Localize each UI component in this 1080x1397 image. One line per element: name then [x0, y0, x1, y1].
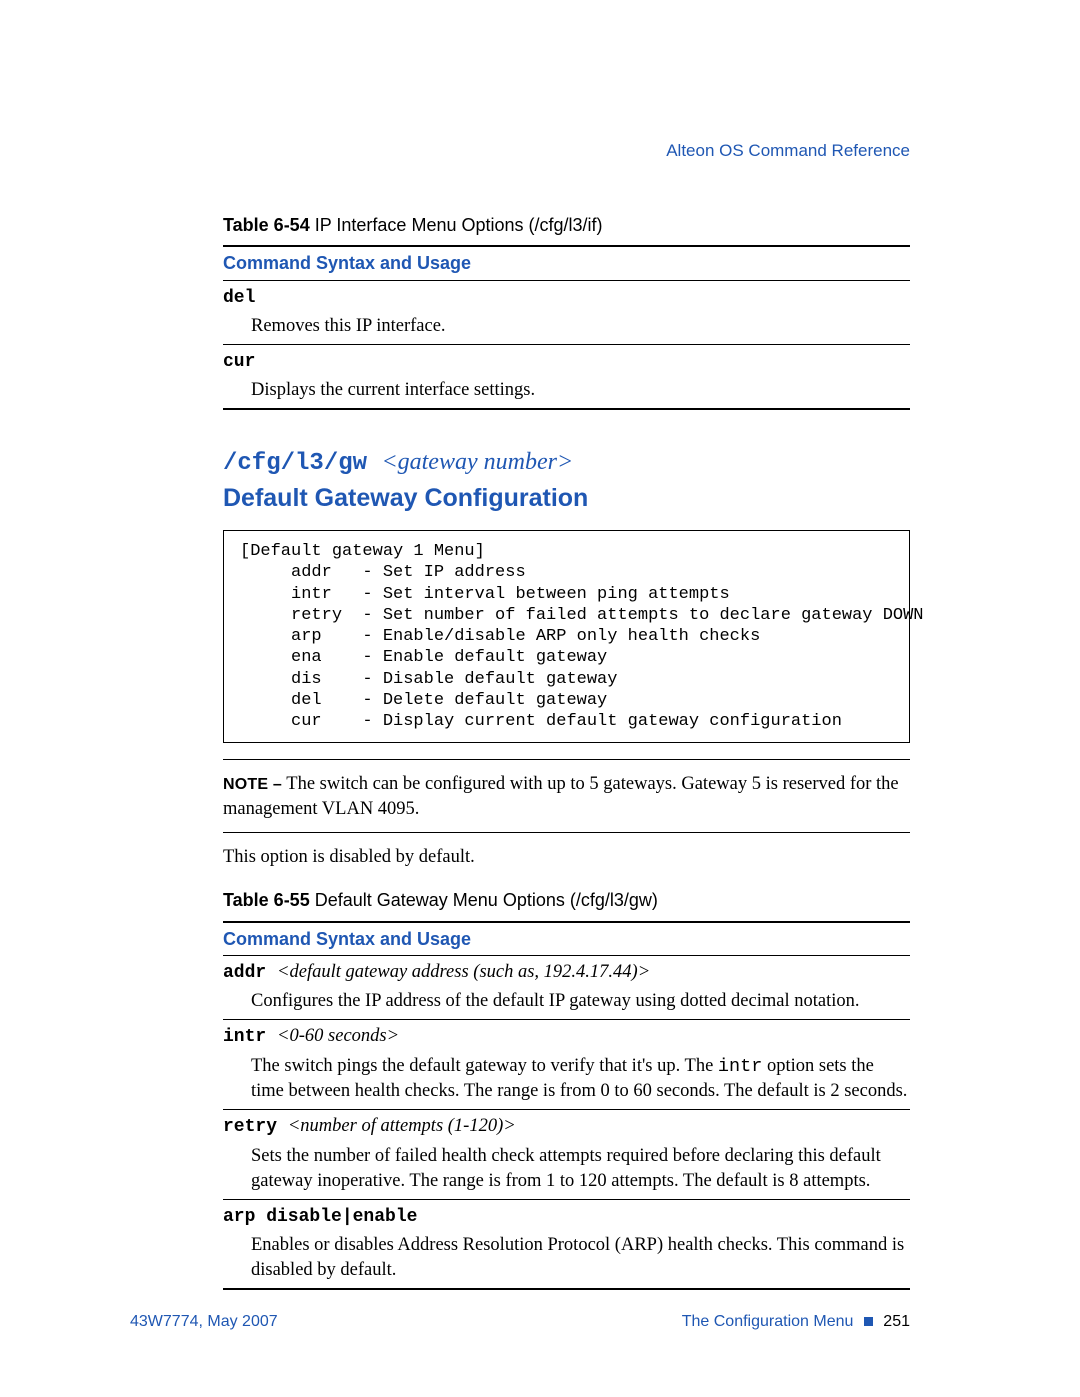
cmd-arp: arp disable|enable	[223, 1207, 417, 1227]
rule	[223, 1199, 910, 1200]
body-paragraph: This option is disabled by default.	[223, 845, 910, 870]
footer-section-label: The Configuration Menu	[682, 1313, 854, 1330]
table-54-caption: Table 6-54 IP Interface Menu Options (/c…	[223, 213, 910, 237]
note-label: NOTE –	[223, 776, 282, 793]
rule	[223, 1288, 910, 1290]
table-55-caption: Table 6-55 Default Gateway Menu Options …	[223, 888, 910, 912]
table-55-column-head: Command Syntax and Usage	[223, 927, 910, 951]
running-head: Alteon OS Command Reference	[223, 140, 910, 163]
section-param: <gateway number>	[381, 449, 573, 475]
table-55-title: Default Gateway Menu Options (/cfg/l3/gw…	[310, 890, 658, 910]
cmd-addr-desc: Configures the IP address of the default…	[251, 989, 910, 1014]
rule	[223, 759, 910, 760]
cmd-addr-param: <default gateway address (such as, 192.4…	[277, 962, 650, 982]
cmd-arp-desc: Enables or disables Address Resolution P…	[251, 1233, 910, 1283]
menu-box: [Default gateway 1 Menu] addr - Set IP a…	[223, 530, 910, 743]
footer-right: The Configuration Menu 251	[682, 1311, 910, 1333]
cmd-retry-param: <number of attempts (1-120)>	[288, 1116, 516, 1136]
rule	[223, 832, 910, 833]
table-row: retry <number of attempts (1-120)> Sets …	[223, 1114, 910, 1193]
section-head: /cfg/l3/gw <gateway number> Default Gate…	[223, 446, 910, 516]
rule	[223, 245, 910, 247]
table-54-column-head: Command Syntax and Usage	[223, 251, 910, 275]
table-55-number: Table 6-55	[223, 890, 310, 910]
cmd-addr: addr	[223, 963, 277, 983]
table-row: arp disable|enable Enables or disables A…	[223, 1204, 910, 1283]
page-root: Alteon OS Command Reference Table 6-54 I…	[0, 0, 1080, 1397]
rule	[223, 921, 910, 923]
table-row: del Removes this IP interface.	[223, 285, 910, 339]
section-path: /cfg/l3/gw	[223, 450, 381, 477]
table-row: intr <0-60 seconds> The switch pings the…	[223, 1024, 910, 1104]
cmd-intr-desc-mono: intr	[718, 1056, 762, 1077]
note-paragraph: NOTE – The switch can be configured with…	[223, 772, 910, 822]
square-icon	[864, 1317, 873, 1326]
cmd-intr-desc: The switch pings the default gateway to …	[251, 1054, 910, 1105]
cmd-retry: retry	[223, 1117, 288, 1137]
footer-left: 43W7774, May 2007	[130, 1311, 278, 1333]
rule	[223, 280, 910, 281]
rule	[223, 408, 910, 410]
cmd-cur-desc: Displays the current interface settings.	[251, 378, 910, 403]
cmd-retry-desc: Sets the number of failed health check a…	[251, 1144, 910, 1194]
table-54-number: Table 6-54	[223, 215, 310, 235]
rule	[223, 955, 910, 956]
section-title: Default Gateway Configuration	[223, 482, 910, 516]
page-footer: 43W7774, May 2007 The Configuration Menu…	[130, 1311, 910, 1333]
table-row: cur Displays the current interface setti…	[223, 349, 910, 403]
cmd-intr-param: <0-60 seconds>	[277, 1026, 399, 1046]
table-row: addr <default gateway address (such as, …	[223, 960, 910, 1014]
rule	[223, 1019, 910, 1020]
cmd-del: del	[223, 288, 255, 308]
note-text: The switch can be configured with up to …	[223, 774, 899, 819]
rule	[223, 344, 910, 345]
rule	[223, 1109, 910, 1110]
cmd-intr: intr	[223, 1027, 277, 1047]
cmd-del-desc: Removes this IP interface.	[251, 314, 910, 339]
page-number: 251	[883, 1313, 910, 1330]
cmd-cur: cur	[223, 352, 255, 372]
table-54-title: IP Interface Menu Options (/cfg/l3/if)	[310, 215, 603, 235]
cmd-intr-desc-pre: The switch pings the default gateway to …	[251, 1056, 718, 1076]
